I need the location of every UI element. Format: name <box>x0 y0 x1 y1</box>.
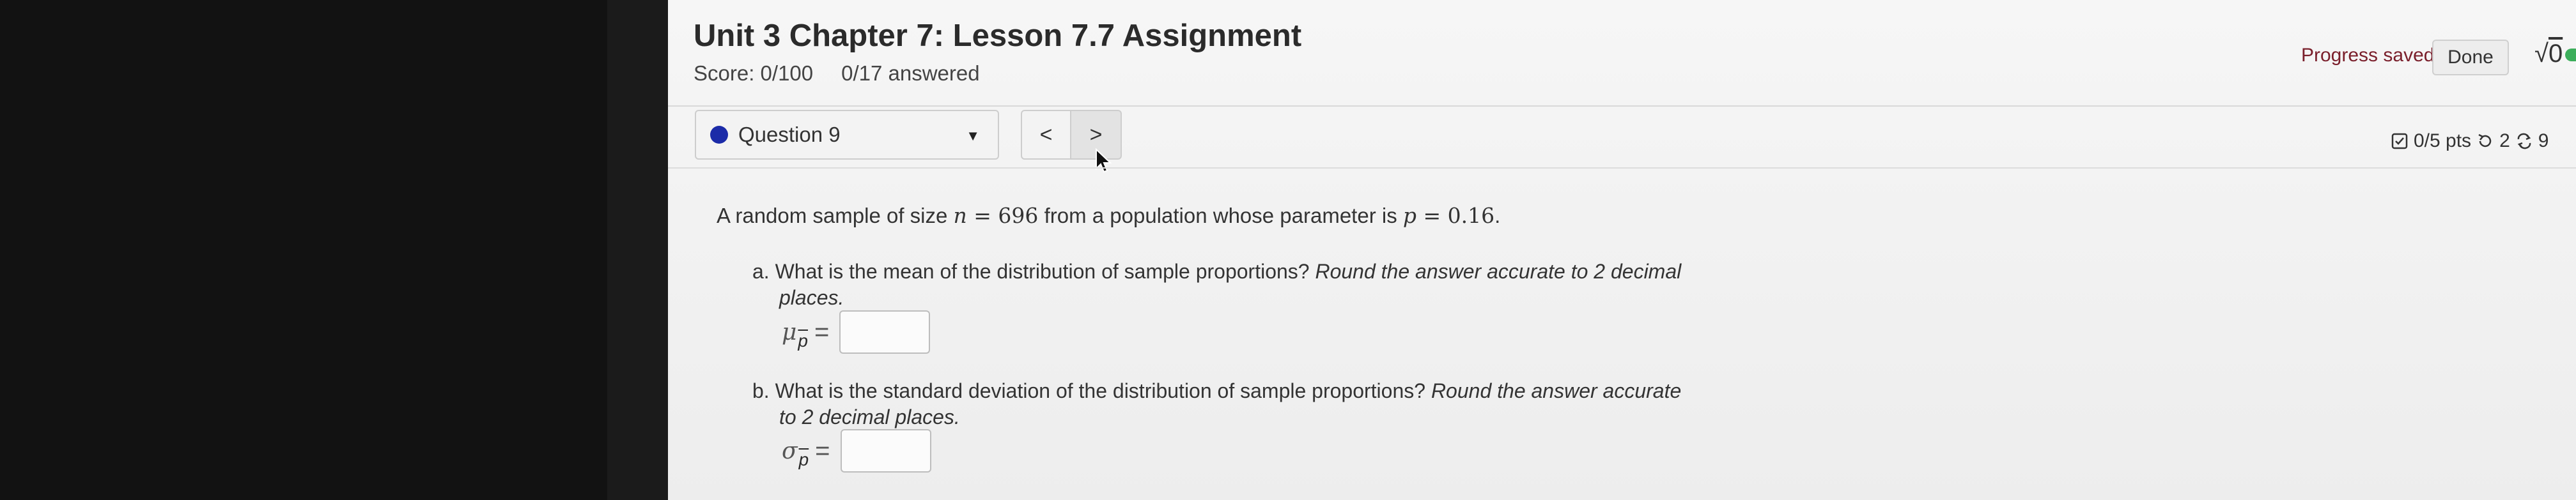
chevron-down-icon: ▼ <box>966 128 980 144</box>
part-b-prompt: b. What is the standard deviation of the… <box>752 379 1682 428</box>
page-title: Unit 3 Chapter 7: Lesson 7.7 Assignment <box>694 19 1302 53</box>
equals-sign: = <box>815 436 830 465</box>
score-text: Score: 0/100 <box>694 61 814 85</box>
equals-sign: = <box>814 317 830 346</box>
monitor-bezel <box>607 0 668 500</box>
retry-icon <box>2478 133 2492 148</box>
p-variable: p <box>1402 203 1416 228</box>
std-dev-answer-input[interactable] <box>840 429 931 473</box>
question-intro: A random sample of size n = 696 from a p… <box>717 203 1501 228</box>
done-button[interactable]: Done <box>2432 40 2509 75</box>
score-line: Score: 0/100 0/17 answered <box>694 61 980 86</box>
n-variable: n <box>953 203 967 228</box>
progress-status: Progress saved <box>2301 45 2435 66</box>
part-a-answer-row: μ p = <box>782 310 931 354</box>
attempts-icon <box>2517 133 2531 149</box>
previous-question-button[interactable]: < <box>1021 110 1071 160</box>
n-value: = 696 <box>966 203 1039 228</box>
question-label: Question 9 <box>738 123 841 146</box>
cursor-arrow-icon <box>1096 148 1112 173</box>
background-dark-area <box>0 0 607 500</box>
retries-count: 2 <box>2499 130 2510 151</box>
points-info: 0/5 pts 2 9 <box>2391 130 2549 152</box>
question-selector[interactable]: Question 9 ▼ <box>695 110 999 160</box>
p-hat-subscript: p <box>798 450 809 469</box>
math-keyboard-toggle[interactable]: √0 <box>2534 40 2576 68</box>
attempts-count: 9 <box>2538 130 2549 151</box>
nav-divider <box>668 167 2576 169</box>
p-hat-subscript: p <box>798 331 808 351</box>
chevron-left-icon: < <box>1039 122 1053 147</box>
checkbox-icon <box>2391 133 2408 149</box>
header-divider <box>668 105 2576 107</box>
question-status-dot <box>710 126 728 144</box>
answered-count: 0/17 answered <box>841 61 980 85</box>
part-b-answer-row: σ p = <box>782 429 931 473</box>
part-a-prompt: a. What is the mean of the distribution … <box>752 260 1682 309</box>
mu-symbol: μ <box>782 319 797 345</box>
p-value: = 0.16 <box>1416 203 1495 228</box>
toggle-indicator <box>2565 49 2576 62</box>
sigma-symbol: σ <box>782 437 798 464</box>
mean-answer-input[interactable] <box>839 310 931 354</box>
sqrt-label: 0 <box>2548 40 2563 68</box>
points-text: 0/5 pts <box>2414 130 2472 151</box>
chevron-right-icon: > <box>1089 122 1103 147</box>
assignment-page: Unit 3 Chapter 7: Lesson 7.7 Assignment … <box>668 0 2576 500</box>
sqrt-icon: √ <box>2534 40 2549 68</box>
